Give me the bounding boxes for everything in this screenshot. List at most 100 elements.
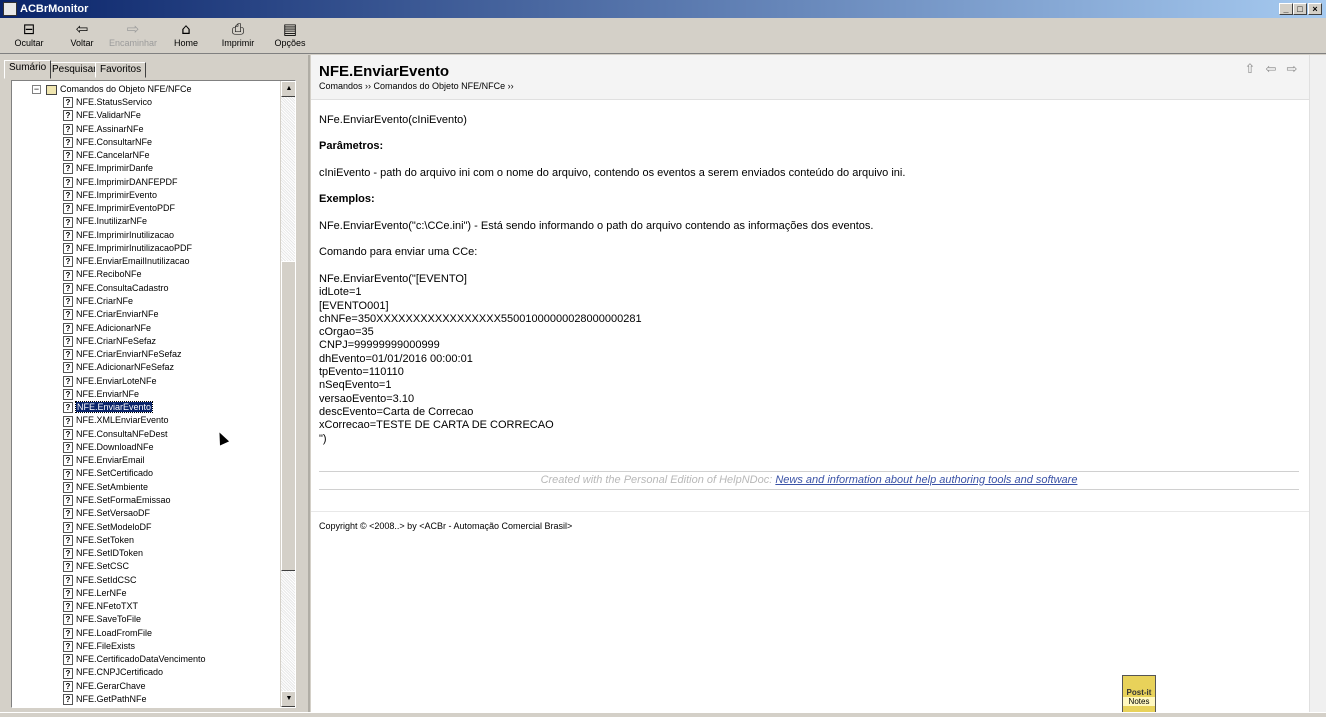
pane-splitter[interactable] bbox=[308, 55, 310, 717]
toolbar-opcoes-button[interactable]: ▤ Opções bbox=[272, 20, 308, 48]
tree-item[interactable]: ? NFE.CNPJCertificado bbox=[63, 666, 279, 679]
tree-item[interactable]: ? NFE.ConsultarNFe bbox=[63, 136, 279, 149]
tree-item-label: NFE.SetCSC bbox=[76, 561, 130, 572]
topic-tree[interactable]: − Comandos do Objeto NFE/NFCe ? NFE.Status… bbox=[11, 80, 296, 708]
tree-item[interactable]: ? NFE.DownloadNFe bbox=[63, 441, 279, 454]
tree-item-label: NFE.ImprimirEventoPDF bbox=[76, 203, 176, 214]
tree-item[interactable]: ? NFE.SaveToFile bbox=[63, 613, 279, 626]
tree-item[interactable]: ? NFE.ImprimirInutilizacao bbox=[63, 229, 279, 242]
method-signature: NFe.EnviarEvento(cIniEvento) bbox=[319, 114, 467, 126]
tree-item[interactable]: ? NFE.SetCSC bbox=[63, 560, 279, 573]
tree-item[interactable]: ? NFE.ConsultaCadastro bbox=[63, 282, 279, 295]
tree-item-label: NFE.XMLEnviarEvento bbox=[76, 415, 169, 426]
tree-item[interactable]: ? NFE.EnviarEmail bbox=[63, 454, 279, 467]
tree-item[interactable]: ? NFE.CancelarNFe bbox=[63, 149, 279, 162]
topic-header: NFE.EnviarEvento Comandos ›› Comandos do… bbox=[311, 55, 1311, 100]
tree-item[interactable]: ? NFE.SetAmbiente bbox=[63, 481, 279, 494]
breadcrumb[interactable]: Comandos ›› Comandos do Objeto NFE/NFCe … bbox=[319, 81, 514, 91]
post-it-notes-widget[interactable]: Post-it Notes bbox=[1122, 675, 1156, 717]
tree-item-label: NFE.AssinarNFe bbox=[76, 123, 144, 134]
tree-item-label: NFE.EnviarLoteNFe bbox=[76, 375, 157, 386]
tree-item[interactable]: ? NFE.FileExists bbox=[63, 640, 279, 653]
minimize-button[interactable]: _ bbox=[1279, 3, 1293, 15]
tree-item-label: NFE.SetCertificado bbox=[76, 468, 154, 479]
tree-item[interactable]: ? NFE.SetToken bbox=[63, 534, 279, 547]
help-topic-icon: ? bbox=[63, 388, 73, 400]
close-button[interactable]: × bbox=[1308, 3, 1322, 15]
tree-item[interactable]: ? NFE.SetIdCSC bbox=[63, 574, 279, 587]
tree-item[interactable]: ? NFE.EnviarLoteNFe bbox=[63, 375, 279, 388]
tree-item[interactable]: ? NFE.EnviarEvento bbox=[63, 401, 279, 414]
topic-next-icon[interactable]: ⇨ bbox=[1284, 62, 1300, 78]
tab-pesquisar[interactable]: Pesquisar bbox=[47, 62, 102, 78]
tree-root-node[interactable]: − Comandos do Objeto NFE/NFCe bbox=[32, 83, 192, 96]
tree-item[interactable]: ? NFE.LoadFromFile bbox=[63, 627, 279, 640]
tree-item[interactable]: ? NFE.ImprimirEventoPDF bbox=[63, 202, 279, 215]
collapse-icon[interactable]: − bbox=[32, 85, 41, 95]
tree-item[interactable]: ? NFE.ImprimirEvento bbox=[63, 189, 279, 202]
tab-sumario[interactable]: Sumário bbox=[4, 60, 52, 79]
tree-item-label: NFE.ImprimirDANFEPDF bbox=[76, 176, 178, 187]
tree-item-label: NFE.DownloadNFe bbox=[76, 442, 154, 453]
help-topic-icon: ? bbox=[63, 123, 73, 135]
tree-item[interactable]: ? NFE.NFetoTXT bbox=[63, 600, 279, 613]
tree-item[interactable]: ? NFE.GetPathNFe bbox=[63, 693, 279, 706]
scroll-up-arrow-icon[interactable]: ▲ bbox=[281, 81, 295, 97]
tree-item[interactable]: ? NFE.StatusServico bbox=[63, 96, 279, 109]
help-topic-icon: ? bbox=[63, 110, 73, 122]
examples-heading: Exemplos: bbox=[319, 193, 375, 205]
toolbar-imprimir-button[interactable]: ⎙ Imprimir bbox=[221, 20, 255, 48]
scroll-down-arrow-icon[interactable]: ▼ bbox=[281, 691, 295, 707]
tree-item[interactable]: ? NFE.ImprimirInutilizacaoPDF bbox=[63, 242, 279, 255]
help-topic-icon: ? bbox=[63, 534, 73, 546]
tree-item[interactable]: ? NFE.ImprimirDanfe bbox=[63, 162, 279, 175]
tree-item[interactable]: ? NFE.AdicionarNFe bbox=[63, 322, 279, 335]
help-topic-icon: ? bbox=[63, 296, 73, 308]
tree-item[interactable]: ? NFE.AdicionarNFeSefaz bbox=[63, 361, 279, 374]
help-topic-icon: ? bbox=[63, 481, 73, 493]
code-line: dhEvento=01/01/2016 00:00:01 bbox=[319, 352, 473, 365]
code-line: tpEvento=110110 bbox=[319, 366, 404, 379]
tree-item[interactable]: ? NFE.SetModeloDF bbox=[63, 521, 279, 534]
tree-item[interactable]: ? NFE.LerNFe bbox=[63, 587, 279, 600]
help-topic-icon: ? bbox=[63, 229, 73, 241]
tree-item[interactable]: ? NFE.SetIDToken bbox=[63, 547, 279, 560]
toolbar-encaminhar-button[interactable]: ⇨ Encaminhar bbox=[107, 20, 159, 48]
tree-item-label: NFE.SetIdCSC bbox=[76, 574, 137, 585]
topic-up-icon[interactable]: ⇧ bbox=[1242, 62, 1258, 78]
tree-item[interactable]: ? NFE.XMLEnviarEvento bbox=[63, 414, 279, 427]
tree-item[interactable]: ? NFE.EnviarNFe bbox=[63, 388, 279, 401]
help-topic-icon: ? bbox=[63, 322, 73, 334]
scroll-thumb[interactable] bbox=[281, 261, 295, 571]
help-topic-icon: ? bbox=[63, 614, 73, 626]
helpndoc-link[interactable]: News and information about help authorin… bbox=[775, 474, 1077, 486]
content-scrollbar[interactable] bbox=[1309, 55, 1326, 717]
toolbar-voltar-button[interactable]: ⇦ Voltar bbox=[66, 20, 98, 48]
tree-item[interactable]: ? NFE.SetVersaoDF bbox=[63, 507, 279, 520]
tree-item[interactable]: ? NFE.ReciboNFe bbox=[63, 268, 279, 281]
tree-item[interactable]: ? NFE.AssinarNFe bbox=[63, 123, 279, 136]
tree-item[interactable]: ? NFE.CriarNFe bbox=[63, 295, 279, 308]
tree-item[interactable]: ? NFE.ConsultaNFeDest bbox=[63, 428, 279, 441]
tree-item[interactable]: ? NFE.ImprimirDANFEPDF bbox=[63, 176, 279, 189]
topic-previous-icon[interactable]: ⇦ bbox=[1263, 62, 1279, 78]
code-line: versaoEvento=3.10 bbox=[319, 392, 415, 405]
toolbar-home-button[interactable]: ⌂ Home bbox=[170, 20, 202, 48]
maximize-button[interactable]: □ bbox=[1293, 3, 1307, 15]
tree-item[interactable]: ? NFE.SetCertificado bbox=[63, 467, 279, 480]
tree-item[interactable]: ? NFE.InutilizarNFe bbox=[63, 215, 279, 228]
help-topic-icon: ? bbox=[63, 667, 73, 679]
tree-item[interactable]: ? NFE.CertificadoDataVencimento bbox=[63, 653, 279, 666]
tree-item[interactable]: ? NFE.SetFormaEmissao bbox=[63, 494, 279, 507]
tree-item-label: NFE.FileExists bbox=[76, 641, 136, 652]
tree-item[interactable]: ? NFE.CriarNFeSefaz bbox=[63, 335, 279, 348]
tree-item[interactable]: ? NFE.CriarEnviarNFe bbox=[63, 308, 279, 321]
tree-item[interactable]: ? NFE.GerarChave bbox=[63, 680, 279, 693]
tab-favoritos[interactable]: Favoritos bbox=[95, 62, 147, 78]
tree-item-label: NFE.StatusServico bbox=[76, 97, 153, 108]
tree-item[interactable]: ? NFE.EnviarEmailInutilizacao bbox=[63, 255, 279, 268]
tree-item[interactable]: ? NFE.ValidarNFe bbox=[63, 109, 279, 122]
tree-scrollbar[interactable]: ▲ ▼ bbox=[280, 81, 295, 707]
tree-item[interactable]: ? NFE.CriarEnviarNFeSefaz bbox=[63, 348, 279, 361]
toolbar-ocultar-button[interactable]: ⊟ Ocultar bbox=[12, 20, 46, 48]
